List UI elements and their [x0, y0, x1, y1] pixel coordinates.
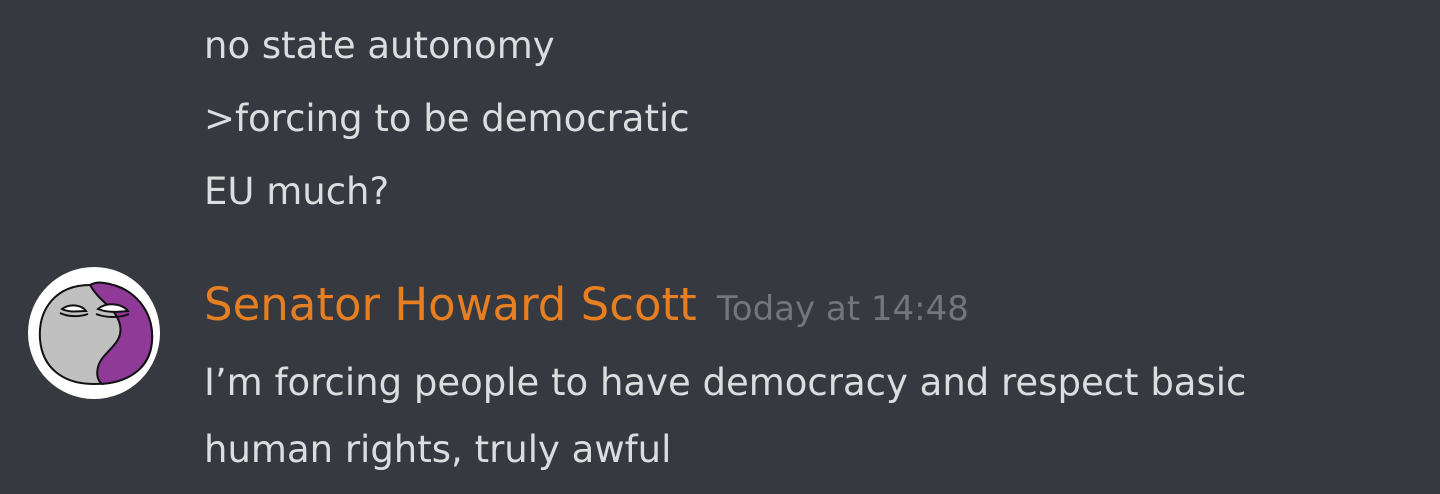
message-line: >forcing to be democratic	[204, 97, 690, 140]
message-line: no state autonomy	[204, 24, 555, 67]
message-line: EU much?	[204, 170, 390, 213]
timestamp: Today at 14:48	[716, 289, 969, 329]
username[interactable]: Senator Howard Scott	[204, 278, 697, 331]
message-content-line: human rights, truly awful	[204, 428, 672, 471]
message-content-line: I’m forcing people to have democracy and…	[204, 361, 1247, 404]
message-header: Senator Howard Scott Today at 14:48	[204, 282, 969, 327]
chat-messages: no state autonomy >forcing to be democra…	[0, 0, 1440, 494]
purple-grey-countryball-avatar-icon	[38, 281, 154, 386]
user-avatar[interactable]	[28, 267, 160, 399]
